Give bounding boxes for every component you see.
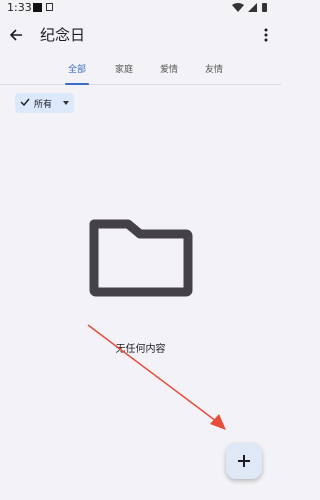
add-button[interactable] (226, 443, 262, 479)
annotation-arrow-icon (87, 324, 226, 430)
plus-icon (238, 455, 250, 467)
